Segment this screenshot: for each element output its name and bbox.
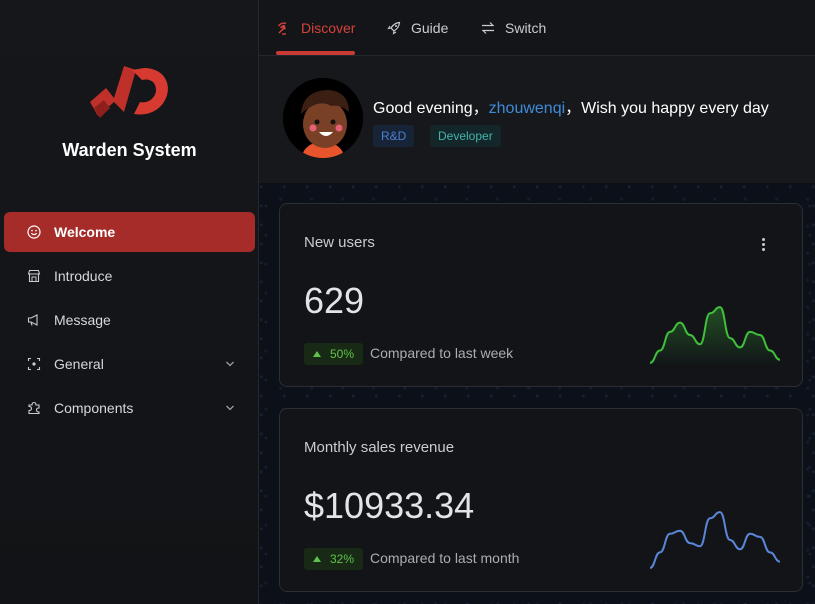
radar-icon [276, 20, 292, 36]
card-value: $10933.34 [304, 485, 475, 526]
sidebar-item-welcome[interactable]: Welcome [4, 212, 255, 252]
greeting-suffix: ，Wish you happy every day [565, 100, 769, 117]
arrow-up-icon [313, 351, 321, 357]
app-title: Warden System [62, 140, 197, 160]
top-tabs: Discover Guide Switch [259, 0, 815, 56]
sidebar-item-components[interactable]: Components [4, 388, 255, 428]
tab-switch[interactable]: Switch [480, 0, 546, 56]
compare-text: Compared to last week [370, 345, 514, 361]
swap-icon [480, 20, 496, 36]
role-tag: R&D [373, 125, 415, 147]
puzzle-icon [26, 400, 42, 416]
sidebar-item-introduce[interactable]: Introduce [4, 256, 255, 296]
tab-discover[interactable]: Discover [276, 0, 355, 56]
card-value: 629 [304, 280, 365, 321]
card-title: New users [304, 234, 375, 251]
sparkline-area [650, 307, 780, 366]
new-users-card: New users 629 50% Compared to last week [279, 203, 803, 387]
monthly-sales-card: Monthly sales revenue $10933.34 32% Comp… [279, 408, 803, 592]
brand: Warden System [0, 58, 259, 168]
sidebar-item-label: Introduce [54, 268, 113, 284]
rocket-icon [386, 20, 402, 36]
dashboard-main: New users 629 50% Compared to last week … [259, 183, 815, 604]
logo [90, 66, 168, 118]
tab-guide[interactable]: Guide [386, 0, 448, 56]
chevron-down-icon[interactable] [223, 401, 237, 415]
sidebar-item-label: Message [54, 312, 111, 328]
sidebar-item-label: Welcome [54, 224, 116, 240]
sparkline-line [649, 511, 781, 569]
delta-badge: 32% [304, 548, 364, 570]
greeting-prefix: Good evening， [373, 100, 489, 117]
compare-text: Compared to last month [370, 550, 520, 566]
tab-label: Switch [505, 20, 547, 36]
megaphone-icon [26, 312, 42, 328]
sidebar-item-label: General [54, 356, 104, 372]
tab-label: Guide [411, 20, 449, 36]
delta-value: 50% [330, 347, 355, 361]
delta-badge: 50% [304, 343, 364, 365]
sidebar-menu: Welcome Introduce Message General Compon… [0, 212, 259, 432]
arrow-up-icon [313, 556, 321, 562]
greeting-text: Good evening，zhouwenqi，Wish you happy ev… [373, 94, 769, 118]
delta-value: 32% [330, 552, 355, 566]
card-title: Monthly sales revenue [304, 439, 455, 456]
smile-icon [26, 224, 42, 240]
username-link[interactable]: zhouwenqi [489, 100, 566, 117]
more-menu-icon[interactable] [762, 238, 766, 252]
sidebar-item-general[interactable]: General [4, 344, 255, 384]
sidebar-item-message[interactable]: Message [4, 300, 255, 340]
avatar[interactable] [283, 78, 363, 158]
sparkline-chart [649, 306, 781, 366]
tab-label: Discover [301, 20, 356, 36]
title-tag: Developer [430, 125, 501, 147]
greeting-panel: Good evening，zhouwenqi，Wish you happy ev… [259, 56, 815, 183]
store-icon [26, 268, 42, 284]
sidebar: Warden System Welcome Introduce Message … [0, 0, 259, 604]
tab-active-indicator [276, 51, 355, 55]
chevron-down-icon[interactable] [223, 357, 237, 371]
sparkline-chart [649, 511, 781, 569]
scan-icon [26, 356, 42, 372]
sidebar-item-label: Components [54, 400, 134, 416]
